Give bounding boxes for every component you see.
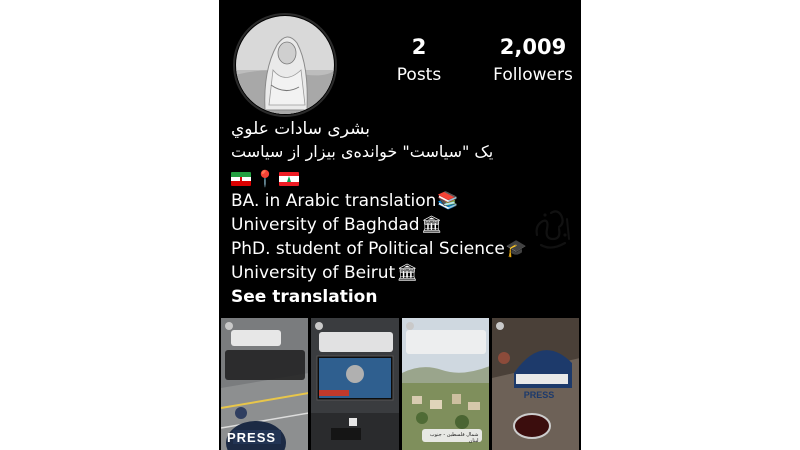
post-thumbnail[interactable]: PRESS (221, 318, 309, 450)
story-header (225, 322, 238, 330)
bio-text: BA. in Arabic translation (231, 191, 437, 211)
press-caption: PRESS (523, 390, 555, 400)
bio-line: University of Beirut 🏛 (231, 262, 418, 284)
mini-username (326, 323, 328, 329)
post-thumbnail[interactable]: PRESS (491, 318, 579, 450)
mini-username (236, 323, 238, 329)
classical-building-icon: 🏛 (396, 263, 418, 283)
mini-avatar (225, 322, 233, 330)
profile-name: بشرى سادات علوي (231, 119, 370, 139)
post-image (491, 318, 579, 450)
bio-text: University of Baghdad (231, 215, 420, 235)
profile-panel: 2 Posts 2,009 Followers بشرى سادات علوي … (219, 0, 581, 450)
press-caption: PRESS (227, 430, 277, 445)
posts-grid: PRESS شمال فلسطين - جنوب لبنان PRESS (221, 318, 579, 450)
mini-username (507, 323, 509, 329)
mini-username (417, 323, 419, 329)
calligraphy-logo-icon (535, 210, 570, 249)
bio-text: University of Beirut (231, 263, 396, 283)
post-thumbnail[interactable]: شمال فلسطين - جنوب لبنان (401, 318, 489, 450)
see-translation-link[interactable]: See translation (231, 286, 377, 308)
student-icon: 🎓 (505, 239, 527, 259)
quote-bubble (319, 332, 394, 352)
lebanon-flag-icon (278, 172, 299, 186)
books-icon: 📚 (437, 191, 459, 211)
posts-label: Posts (396, 65, 442, 85)
bio-line: University of Baghdad 🏛 (231, 214, 442, 236)
mini-avatar (405, 322, 414, 330)
flags-row: 📍 (231, 168, 299, 190)
followers-label: Followers (493, 65, 573, 85)
bio-line: PhD. student of Political Science 🎓 (231, 238, 527, 260)
bio-line: BA. in Arabic translation 📚 (231, 190, 459, 212)
mini-avatar (495, 322, 504, 330)
location-caption: شمال فلسطين - جنوب لبنان (421, 429, 482, 444)
quote-bubble (231, 330, 281, 346)
caption-bubble (225, 350, 305, 380)
posts-count: 2 (411, 35, 427, 59)
post-thumbnail[interactable] (311, 318, 399, 450)
followers-stat[interactable]: 2,009 Followers (491, 34, 575, 87)
classical-building-icon: 🏛 (420, 215, 443, 235)
iran-flag-icon (231, 172, 251, 186)
quote-bubble (405, 330, 486, 354)
posts-stat[interactable]: 2 Posts (387, 34, 451, 87)
mini-avatar (315, 322, 324, 330)
followers-count: 2,009 (499, 35, 567, 59)
bio-text: PhD. student of Political Science (231, 239, 505, 259)
story-header (315, 322, 328, 330)
story-header (405, 322, 419, 330)
location-pin-icon: 📍 (255, 169, 275, 188)
story-header (495, 322, 509, 330)
profile-tagline: یک "سیاست" خوانده‌ی بیزار از سیاست (231, 142, 494, 161)
profile-avatar[interactable] (233, 13, 337, 117)
